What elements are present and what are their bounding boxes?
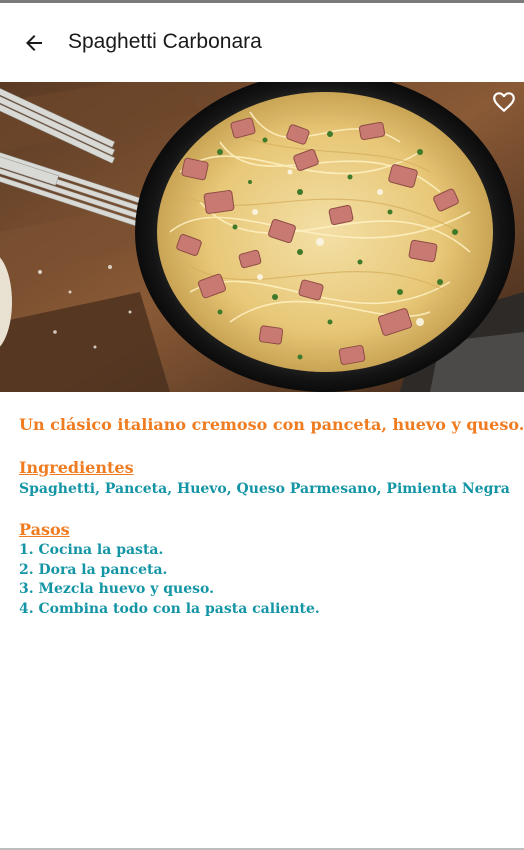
heart-outline-icon	[491, 89, 517, 115]
step-item: 2. Dora la panceta.	[19, 561, 168, 578]
step-item: 1. Cocina la pasta.	[19, 542, 164, 558]
page-title: Spaghetti Carbonara	[68, 30, 262, 53]
recipe-details: Un clásico italiano cremoso con panceta,…	[19, 392, 524, 619]
steps-heading: Pasos	[19, 520, 70, 539]
ingredients-list: Spaghetti, Panceta, Huevo, Queso Parmesa…	[19, 481, 510, 497]
favorite-button[interactable]	[488, 86, 520, 118]
recipe-hero-image	[0, 82, 524, 392]
recipe-description: Un clásico italiano cremoso con panceta,…	[19, 415, 524, 434]
recipe-photo	[0, 82, 524, 392]
back-button[interactable]	[14, 23, 54, 63]
step-item: 4. Combina todo con la pasta caliente.	[19, 600, 320, 617]
steps-list: 1. Cocina la pasta. 2. Dora la panceta. …	[19, 541, 509, 619]
step-item: 3. Mezcla huevo y queso.	[19, 581, 214, 597]
arrow-left-icon	[22, 31, 46, 55]
ingredients-heading: Ingredientes	[19, 458, 134, 477]
app-bar: Spaghetti Carbonara	[0, 3, 524, 82]
